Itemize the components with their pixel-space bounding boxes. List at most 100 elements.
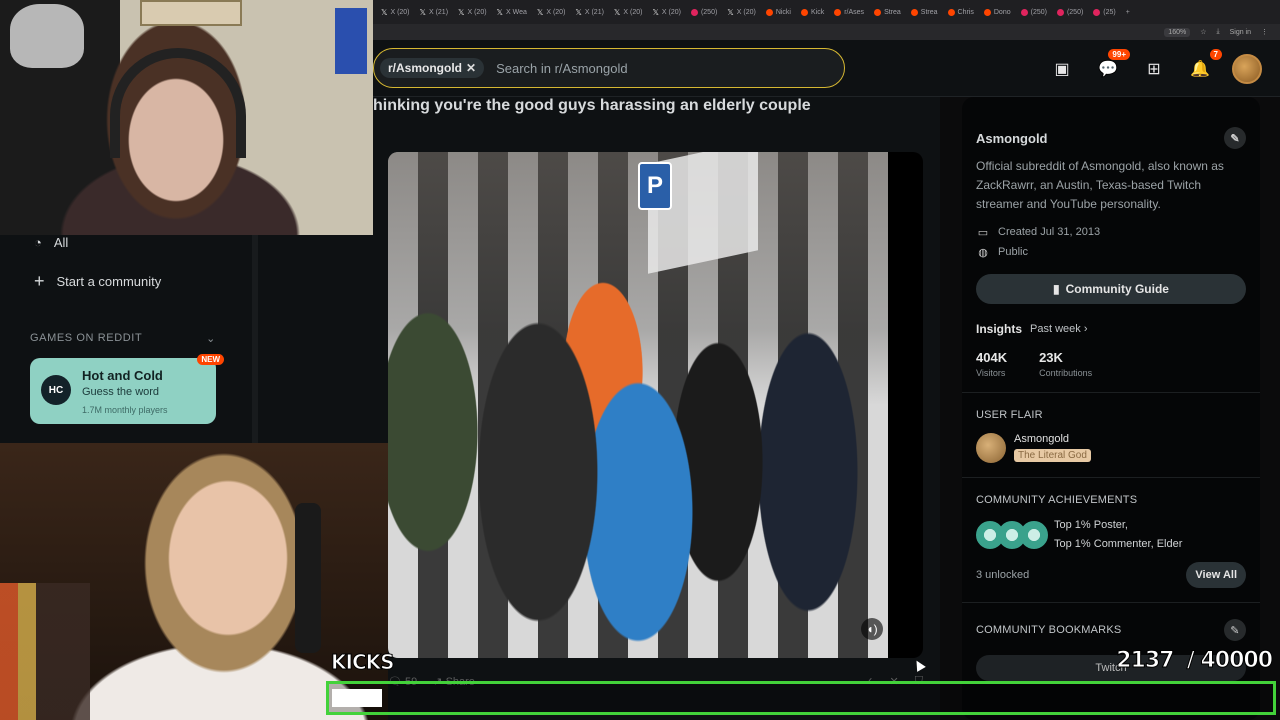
post-area: hinking you're the good guys harassing a… bbox=[373, 97, 940, 720]
globe-icon: ◍ bbox=[978, 246, 988, 259]
heading-text: COMMUNITY ACHIEVEMENTS bbox=[976, 494, 1138, 506]
browser-tab[interactable]: (25) bbox=[1089, 2, 1119, 22]
tab-label: (250) bbox=[700, 8, 718, 16]
chat-icon[interactable]: 💬 99+ bbox=[1094, 49, 1130, 83]
game-card-hot-and-cold[interactable]: HC Hot and Cold Guess the word 1.7M mont… bbox=[30, 354, 224, 424]
post-title[interactable]: hinking you're the good guys harassing a… bbox=[373, 97, 940, 133]
stats-row: 404K Visitors 23K Contributions bbox=[976, 350, 1246, 378]
tab-favicon-icon bbox=[690, 8, 698, 16]
nav-label: Start a community bbox=[56, 274, 162, 289]
search-bar[interactable]: r/Asmongold ✕ Search in r/Asmongold bbox=[373, 48, 845, 88]
browser-tab-strip: 𝕏X (20) 𝕏 X (21) 𝕏 X (20) 𝕏 X Wea 𝕏 X (20) 𝕏 X (21… bbox=[373, 0, 1280, 24]
achievement-line: Top 1% Poster, bbox=[1054, 519, 1128, 531]
browser-tab[interactable]: 𝕏X (21) bbox=[571, 2, 608, 22]
volume-icon[interactable]: ◖) bbox=[861, 618, 883, 640]
browser-tab[interactable]: Chris bbox=[944, 2, 978, 22]
heading-text: COMMUNITY BOOKMARKS bbox=[976, 624, 1122, 636]
divider bbox=[962, 392, 1260, 393]
browser-tab[interactable]: 𝕏X (20) bbox=[377, 2, 414, 22]
star-icon[interactable]: ☆ bbox=[1200, 28, 1206, 36]
browser-tab[interactable]: (250) bbox=[1053, 2, 1087, 22]
community-guide-button[interactable]: ▮ Community Guide bbox=[976, 274, 1246, 304]
flair-username: Asmongold bbox=[1014, 433, 1070, 445]
browser-tab[interactable]: 𝕏X (20) bbox=[723, 2, 760, 22]
pencil-icon[interactable]: ✎ bbox=[1224, 127, 1246, 149]
browser-tab[interactable]: 𝕏X (21) bbox=[416, 2, 453, 22]
user-flair[interactable]: Asmongold The Literal God bbox=[976, 433, 1246, 463]
badge-icon bbox=[1020, 521, 1048, 549]
browser-tab[interactable]: (250) bbox=[1017, 2, 1051, 22]
tab-label: X (20) bbox=[467, 8, 487, 16]
visibility-row: ◍ Public bbox=[976, 242, 1246, 262]
achievement-line: Top 1% Commenter, Elder bbox=[1054, 538, 1183, 550]
plus-icon: + bbox=[34, 271, 45, 291]
kicks-progress-bar bbox=[326, 681, 1276, 715]
tab-label: X (20) bbox=[390, 8, 410, 16]
bookmarks-heading: COMMUNITY BOOKMARKS ✎ bbox=[976, 619, 1246, 641]
header-actions: ▣ 💬 99+ ⊞ 🔔 7 bbox=[1048, 49, 1262, 84]
insights-period-dropdown[interactable]: Past week › bbox=[1030, 323, 1087, 335]
new-tab-button[interactable]: + bbox=[1122, 2, 1150, 22]
close-icon[interactable]: ✕ bbox=[466, 61, 476, 75]
stat-number: 404K bbox=[976, 350, 1008, 365]
tab-label: X (21) bbox=[428, 8, 449, 16]
scrollbar[interactable] bbox=[252, 235, 258, 445]
insights-row: Insights Past week › bbox=[976, 322, 1246, 336]
chevron-down-icon[interactable]: ⌄ bbox=[206, 332, 216, 345]
unlocked-row: 3 unlocked View All bbox=[976, 562, 1246, 588]
search-input[interactable]: Search in r/Asmongold bbox=[496, 61, 628, 76]
community-sidebar: Asmongold ✎ Official subreddit of Asmong… bbox=[962, 97, 1260, 720]
tab-label: Strea bbox=[920, 8, 938, 16]
game-players: 1.7M monthly players bbox=[82, 405, 168, 415]
browser-tab[interactable]: 𝕏X Wea bbox=[493, 2, 531, 22]
nav-item-start-community[interactable]: + Start a community bbox=[34, 271, 161, 292]
stat-visitors: 404K Visitors bbox=[976, 350, 1007, 378]
user-avatar[interactable] bbox=[1232, 54, 1262, 84]
signin-label[interactable]: Sign in bbox=[1230, 29, 1251, 36]
tab-label: (250) bbox=[1066, 8, 1084, 16]
browser-tab[interactable]: r/Ases bbox=[830, 2, 868, 22]
community-name: Asmongold ✎ bbox=[976, 127, 1246, 149]
webcam-top bbox=[0, 0, 373, 235]
browser-tab[interactable]: Strea bbox=[870, 2, 905, 22]
kicks-count: 2137 / 40000 bbox=[1116, 648, 1274, 674]
browser-tab[interactable]: 𝕏X (20) bbox=[610, 2, 647, 22]
tab-label: Strea bbox=[884, 8, 901, 16]
browser-toolbar: 160% ☆ ⤓ Sign in ⋮ bbox=[373, 24, 1280, 40]
browser-tab[interactable]: Nicki bbox=[762, 2, 795, 22]
browser-tab[interactable]: Kick bbox=[797, 2, 828, 22]
tab-favicon-icon bbox=[800, 8, 808, 16]
bell-icon[interactable]: 🔔 7 bbox=[1186, 49, 1222, 83]
view-all-button[interactable]: View All bbox=[1186, 562, 1246, 588]
hand-shape bbox=[10, 4, 84, 68]
tab-label: X (21) bbox=[584, 8, 604, 16]
plus-icon[interactable]: ⊞ bbox=[1140, 55, 1168, 83]
pencil-icon[interactable]: ✎ bbox=[1224, 619, 1246, 641]
zoom-level[interactable]: 160% bbox=[1164, 27, 1191, 37]
tab-label: X (20) bbox=[623, 8, 643, 16]
nav-item-all[interactable]: ◔ All bbox=[34, 235, 68, 250]
community-chip[interactable]: r/Asmongold ✕ bbox=[380, 58, 485, 78]
download-icon[interactable]: ⤓ bbox=[1216, 28, 1219, 36]
tab-favicon-icon: 𝕏 bbox=[575, 7, 582, 17]
achievement-text: Top 1% Poster, Top 1% Commenter, Elder bbox=[1054, 516, 1182, 554]
video-frame[interactable]: P bbox=[388, 152, 888, 658]
post-video[interactable]: P ◖) bbox=[388, 152, 923, 658]
menu-icon[interactable]: ⋮ bbox=[1261, 28, 1268, 36]
games-heading[interactable]: GAMES ON REDDIT ⌄ bbox=[30, 332, 216, 345]
guide-label: Community Guide bbox=[1065, 282, 1169, 296]
browser-tab[interactable]: 𝕏X (20) bbox=[648, 2, 685, 22]
browser-tab[interactable]: Dono bbox=[980, 2, 1015, 22]
tab-favicon-icon bbox=[983, 8, 991, 16]
divider bbox=[962, 602, 1260, 603]
new-badge: NEW bbox=[197, 354, 224, 365]
browser-tab[interactable]: Strea bbox=[907, 2, 942, 22]
advertise-icon[interactable]: ▣ bbox=[1048, 55, 1076, 83]
heading-text: GAMES ON REDDIT bbox=[30, 332, 143, 344]
microphone-shape bbox=[295, 503, 321, 653]
browser-tab[interactable]: 𝕏X (20) bbox=[454, 2, 491, 22]
browser-tab[interactable]: (250) bbox=[687, 2, 721, 22]
tab-label: Chris bbox=[957, 8, 974, 16]
browser-tab[interactable]: 𝕏X (20) bbox=[533, 2, 570, 22]
user-flair-heading: USER FLAIR bbox=[976, 409, 1246, 421]
